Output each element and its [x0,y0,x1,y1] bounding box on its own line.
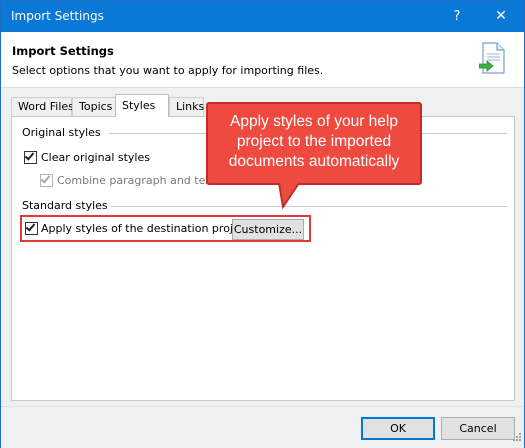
ok-button[interactable]: OK [361,417,435,440]
combine-paragraph-checkbox[interactable] [40,173,53,187]
group-divider [111,206,507,207]
original-styles-group-label: Original styles [22,126,101,139]
tab-word-files[interactable]: Word Files [11,97,74,116]
dialog-footer: OK Cancel [1,406,524,448]
help-button[interactable]: ? [435,1,479,32]
window-title: Import Settings [11,9,104,23]
customize-button[interactable]: Customize... [232,219,304,240]
cancel-button[interactable]: Cancel [441,417,515,440]
callout-line: project to the imported [236,133,392,150]
clear-original-styles-label[interactable]: Clear original styles [41,151,150,164]
apply-destination-styles-checkbox[interactable] [25,221,38,235]
combine-paragraph-label: Combine paragraph and text s [57,174,226,187]
tab-links[interactable]: Links [169,97,204,116]
checkmark-icon [24,150,35,161]
resize-grip-icon[interactable] [510,432,522,444]
callout-pointer [278,182,300,210]
checkmark-icon [25,221,36,232]
callout-tooltip: Apply styles of your help project to the… [206,102,422,185]
title-bar[interactable]: Import Settings ? ✕ [1,1,524,32]
callout-line: Apply styles of your help [229,113,398,130]
apply-destination-styles-label[interactable]: Apply styles of the destination project [41,222,250,235]
header-subtitle: Select options that you want to apply fo… [12,64,324,77]
callout-line: documents automatically [228,153,400,170]
header-title: Import Settings [12,44,114,58]
checkmark-icon [40,173,51,184]
dialog-header: Import Settings Select options that you … [1,32,524,88]
import-document-icon [479,42,505,74]
close-button[interactable]: ✕ [479,1,523,32]
clear-original-styles-checkbox[interactable] [24,150,37,164]
import-settings-dialog: Import Settings ? ✕ Import Settings Sele… [0,0,525,448]
standard-styles-group-label: Standard styles [22,199,108,212]
tab-styles[interactable]: Styles [115,94,169,117]
